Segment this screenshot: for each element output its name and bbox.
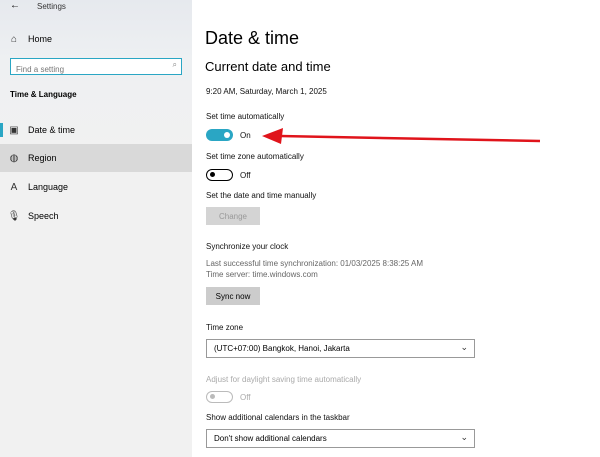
red-arrow-annotation <box>262 128 541 144</box>
